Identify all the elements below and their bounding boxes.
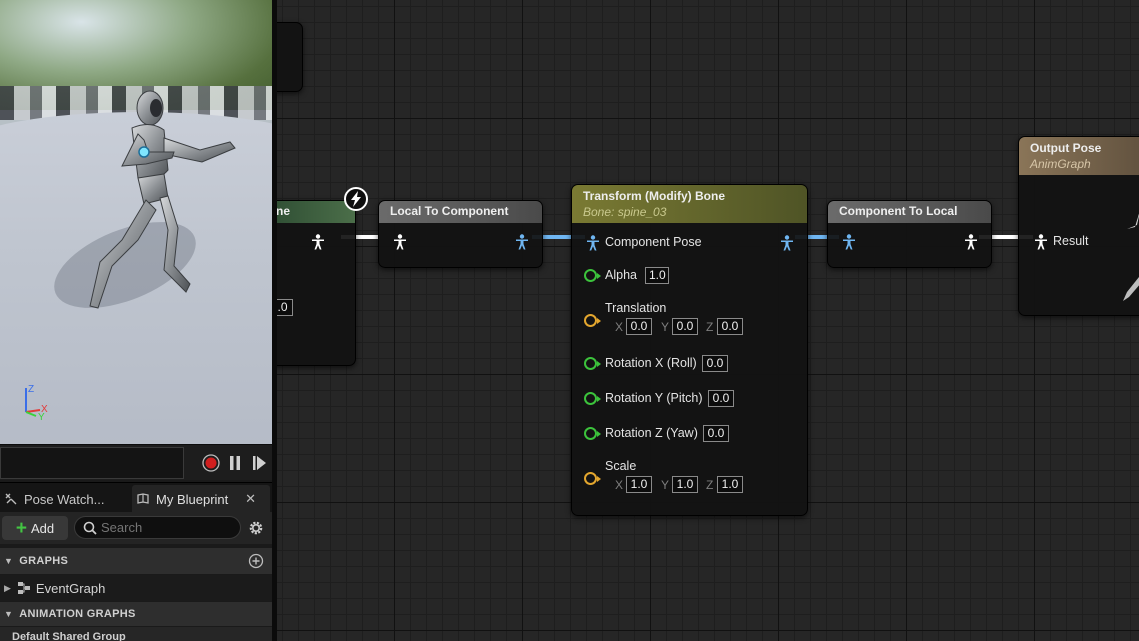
pose-pin-icon[interactable] [311,234,325,250]
translation-z-field[interactable]: 0.0 [717,318,743,335]
axis-z-label: Z [28,384,34,395]
scale-label: Scale [605,459,637,473]
component-pose-input-pin-icon[interactable] [586,235,600,251]
node-transform-modify-bone[interactable]: Transform (Modify) Bone Bone: spine_03 C… [571,184,808,516]
rotation-x-pin-icon[interactable] [584,357,601,370]
pause-icon[interactable] [226,454,244,472]
scale-x-field[interactable]: 1.0 [626,476,652,493]
preview-viewport[interactable]: Z X Y [0,0,272,444]
scale-y-field[interactable]: 1.0 [672,476,698,493]
close-icon[interactable]: ✕ [245,491,256,507]
event-graph-icon [17,582,30,594]
rotation-y-field[interactable]: 0.0 [708,390,734,407]
anim-graph-canvas[interactable]: ne .0 Local To Component Transform (Modi… [277,0,1139,641]
rotation-x-label: Rotation X (Roll) [605,356,697,370]
chevron-down-icon: ▼ [4,609,14,619]
rotation-x-field[interactable]: 0.0 [702,355,728,372]
section-graphs-header[interactable]: ▼ GRAPHS [0,548,272,574]
list-item-default-shared-group[interactable]: Default Shared Group [0,627,272,641]
chevron-down-icon: ▼ [4,556,14,566]
axis-y-label: Y [38,412,45,422]
component-pose-output-pin-icon[interactable] [780,235,794,251]
partial-node-left[interactable]: ne .0 [277,200,356,366]
timeline-bar [0,444,272,480]
alpha-label: Alpha [605,268,637,282]
result-pose-pin-icon[interactable] [1034,234,1048,250]
fast-path-lightning-icon [344,187,368,211]
node-transform-header: Transform (Modify) Bone Bone: spine_03 [572,185,807,223]
axis-gizmo-icon: Z X Y [25,384,48,422]
translation-y-field[interactable]: 0.0 [672,318,698,335]
translation-label: Translation [605,301,667,315]
search-icon [83,521,97,535]
translation-x-field[interactable]: 0.0 [626,318,652,335]
section-graphs-label: GRAPHS [19,555,69,567]
mannequin-character[interactable] [60,80,250,320]
partial-node-top[interactable] [277,22,303,92]
pose-input-pin-icon[interactable] [842,234,856,250]
alpha-value-field[interactable]: 1.0 [645,267,669,284]
tab-pose-watch-label: Pose Watch... [24,491,105,507]
gear-icon[interactable] [247,519,265,537]
add-button[interactable]: + Add [2,516,68,540]
scale-z-field[interactable]: 1.0 [717,476,743,493]
timeline-scrubber[interactable] [0,447,184,479]
node-component-to-local-title: Component To Local [828,201,991,223]
search-input[interactable] [101,520,231,535]
translation-pin-icon[interactable] [584,314,601,327]
partial-node-value[interactable]: .0 [277,299,293,316]
add-button-label: Add [30,520,55,536]
scale-x-axis-label: X [615,478,624,492]
translation-z-axis-label: Z [706,320,714,334]
add-graph-icon[interactable] [248,553,264,569]
node-output-pose[interactable]: Output Pose AnimGraph Result [1018,136,1139,316]
step-forward-icon[interactable] [250,454,268,472]
blueprint-toolbar: + Add [0,512,272,544]
plus-icon: + [15,517,27,539]
alpha-pin-icon[interactable] [584,269,601,282]
rotation-z-label: Rotation Z (Yaw) [605,426,698,440]
node-output-pose-subtitle: AnimGraph [1030,157,1091,171]
panel-tab-bar: Pose Watch... My Blueprint ✕ [0,482,272,513]
rotation-y-pin-icon[interactable] [584,392,601,405]
tab-pose-watch[interactable]: Pose Watch... [0,485,130,513]
scale-z-axis-label: Z [706,478,714,492]
pose-watch-icon [5,493,17,505]
pose-output-pin-icon[interactable] [964,234,978,250]
rotation-z-pin-icon[interactable] [584,427,601,440]
list-item-eventgraph[interactable]: ▶ EventGraph [0,575,272,601]
node-output-pose-title: Output Pose [1030,141,1102,155]
blueprint-icon [137,493,149,504]
rotation-y-label: Rotation Y (Pitch) [605,391,703,405]
node-local-to-component[interactable]: Local To Component [378,200,543,268]
tab-my-blueprint-label: My Blueprint [156,491,229,507]
search-field[interactable] [74,516,241,539]
component-pose-label: Component Pose [605,235,702,249]
output-pose-preview-icon [1123,213,1139,301]
result-label: Result [1053,234,1089,248]
pose-output-pin-icon[interactable] [515,234,529,250]
section-animation-graphs-label: ANIMATION GRAPHS [19,608,136,620]
chevron-right-icon: ▶ [4,582,11,593]
eventgraph-label: EventGraph [35,580,106,596]
pose-input-pin-icon[interactable] [393,234,407,250]
translation-y-axis-label: Y [661,320,670,334]
node-component-to-local[interactable]: Component To Local [827,200,992,268]
record-icon[interactable] [202,454,220,472]
scale-y-axis-label: Y [661,478,670,492]
node-transform-subtitle: Bone: spine_03 [583,205,667,219]
translation-x-axis-label: X [615,320,624,334]
node-local-to-component-title: Local To Component [379,201,542,223]
tab-my-blueprint[interactable]: My Blueprint ✕ [132,485,270,513]
node-transform-title: Transform (Modify) Bone [583,189,726,203]
scale-pin-icon[interactable] [584,472,601,485]
node-output-pose-header: Output Pose AnimGraph [1019,137,1139,175]
rotation-z-field[interactable]: 0.0 [703,425,729,442]
section-animation-graphs-header[interactable]: ▼ ANIMATION GRAPHS [0,602,272,626]
